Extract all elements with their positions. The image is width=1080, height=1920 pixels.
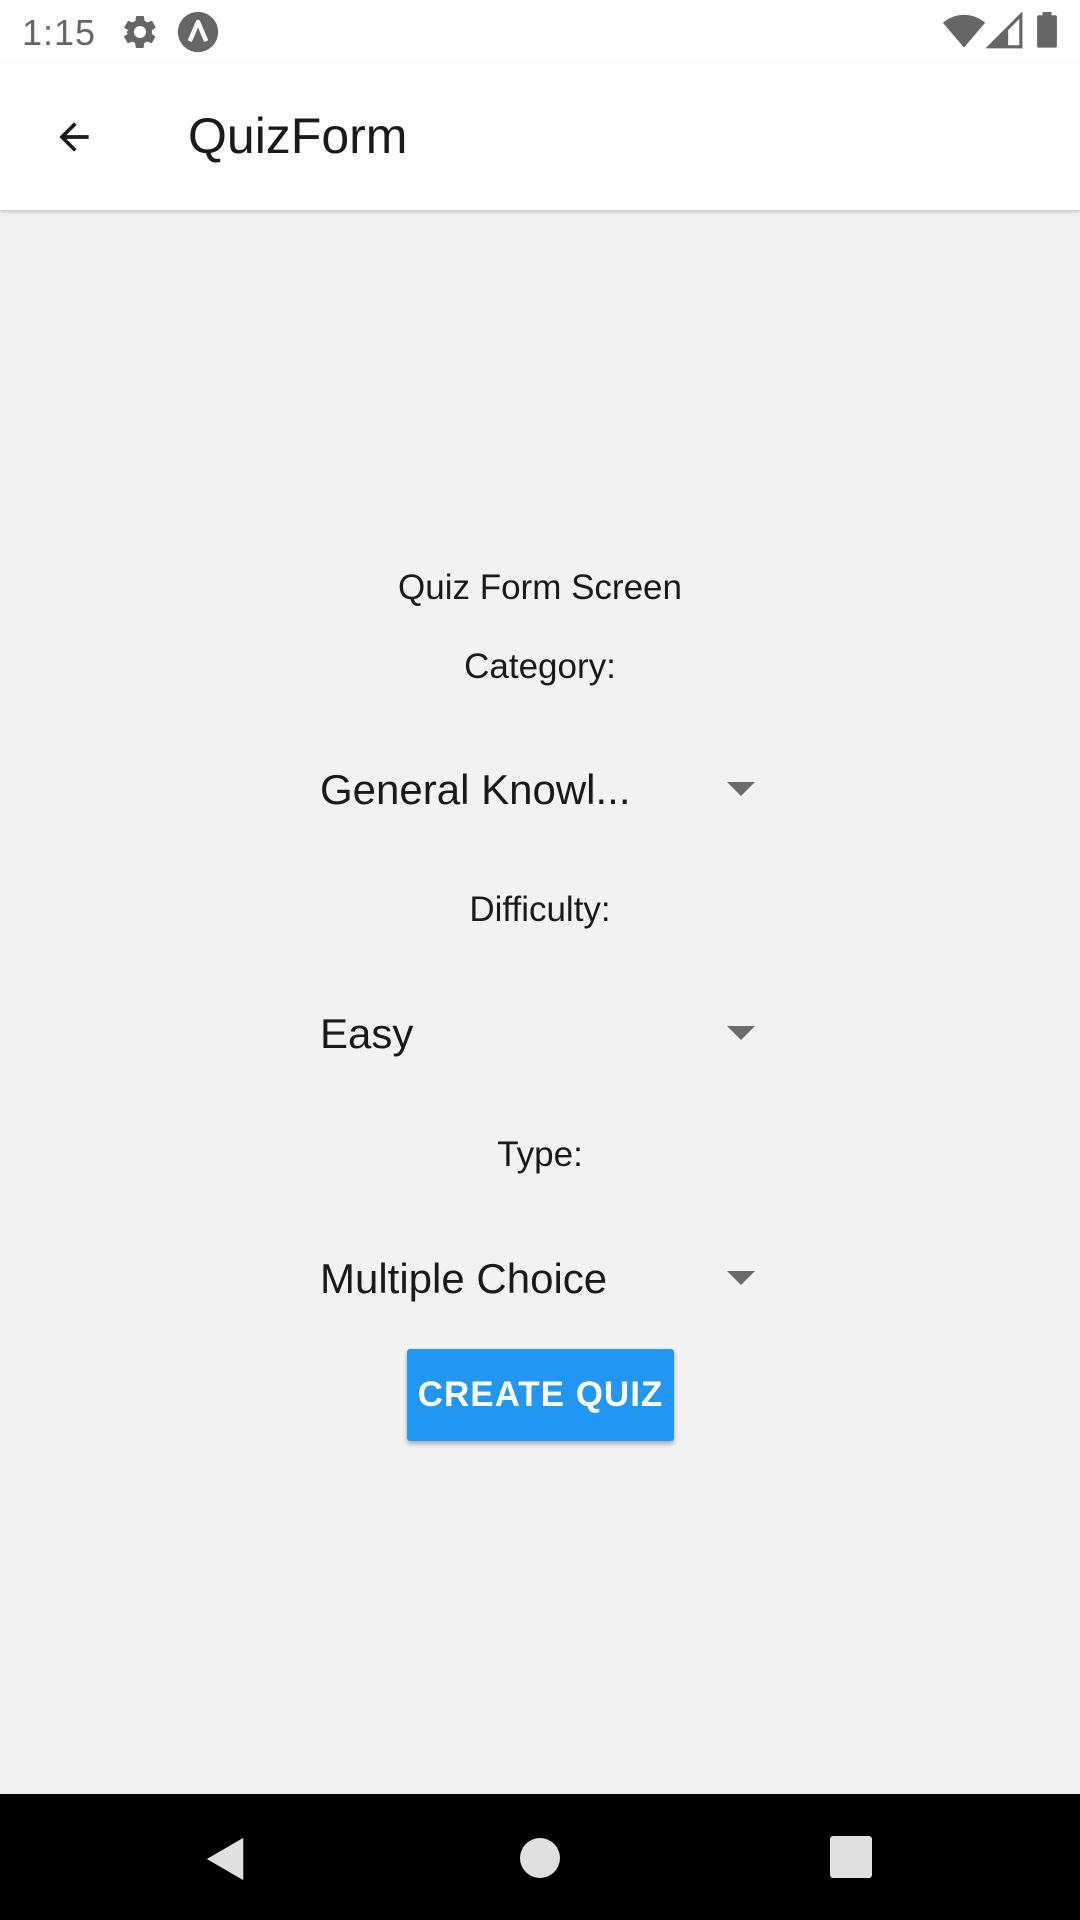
app-title: QuizForm (188, 108, 408, 164)
arrow-back-icon (59, 122, 89, 152)
category-dropdown[interactable]: General Knowl... (320, 754, 760, 826)
nav-home-icon[interactable] (518, 1836, 562, 1880)
quiz-form: Quiz Form Screen Category: General Knowl… (0, 210, 1080, 1794)
wifi-icon (942, 14, 986, 48)
app-bar: QuizForm (0, 63, 1080, 210)
nav-recents-icon[interactable] (830, 1836, 872, 1878)
difficulty-label: Difficulty: (469, 890, 611, 929)
difficulty-dropdown[interactable]: Easy (320, 998, 760, 1070)
status-bar: 1:15 (0, 0, 1080, 63)
back-button[interactable] (30, 101, 118, 173)
difficulty-selected-value: Easy (320, 1010, 414, 1057)
signal-icon (986, 12, 1023, 49)
category-selected-value: General Knowl... (320, 766, 631, 813)
status-time: 1:15 (22, 12, 97, 53)
battery-icon (1037, 12, 1057, 48)
type-label: Type: (497, 1135, 583, 1174)
settings-icon (123, 15, 156, 48)
app-badge-icon (177, 11, 219, 53)
navigation-bar (0, 1794, 1080, 1920)
nav-back-icon[interactable] (204, 1836, 248, 1882)
dropdown-arrow-icon (727, 1026, 755, 1040)
type-selected-value: Multiple Choice (320, 1255, 608, 1302)
dropdown-arrow-icon (727, 1271, 755, 1285)
screen-heading: Quiz Form Screen (398, 568, 682, 607)
dropdown-arrow-icon (727, 782, 755, 796)
screen: 1:15 QuizForm Quiz Form Screen Category:… (0, 0, 1080, 1920)
type-dropdown[interactable]: Multiple Choice (320, 1243, 760, 1315)
create-quiz-button[interactable]: CREATE QUIZ (407, 1349, 674, 1441)
category-label: Category: (464, 647, 616, 686)
